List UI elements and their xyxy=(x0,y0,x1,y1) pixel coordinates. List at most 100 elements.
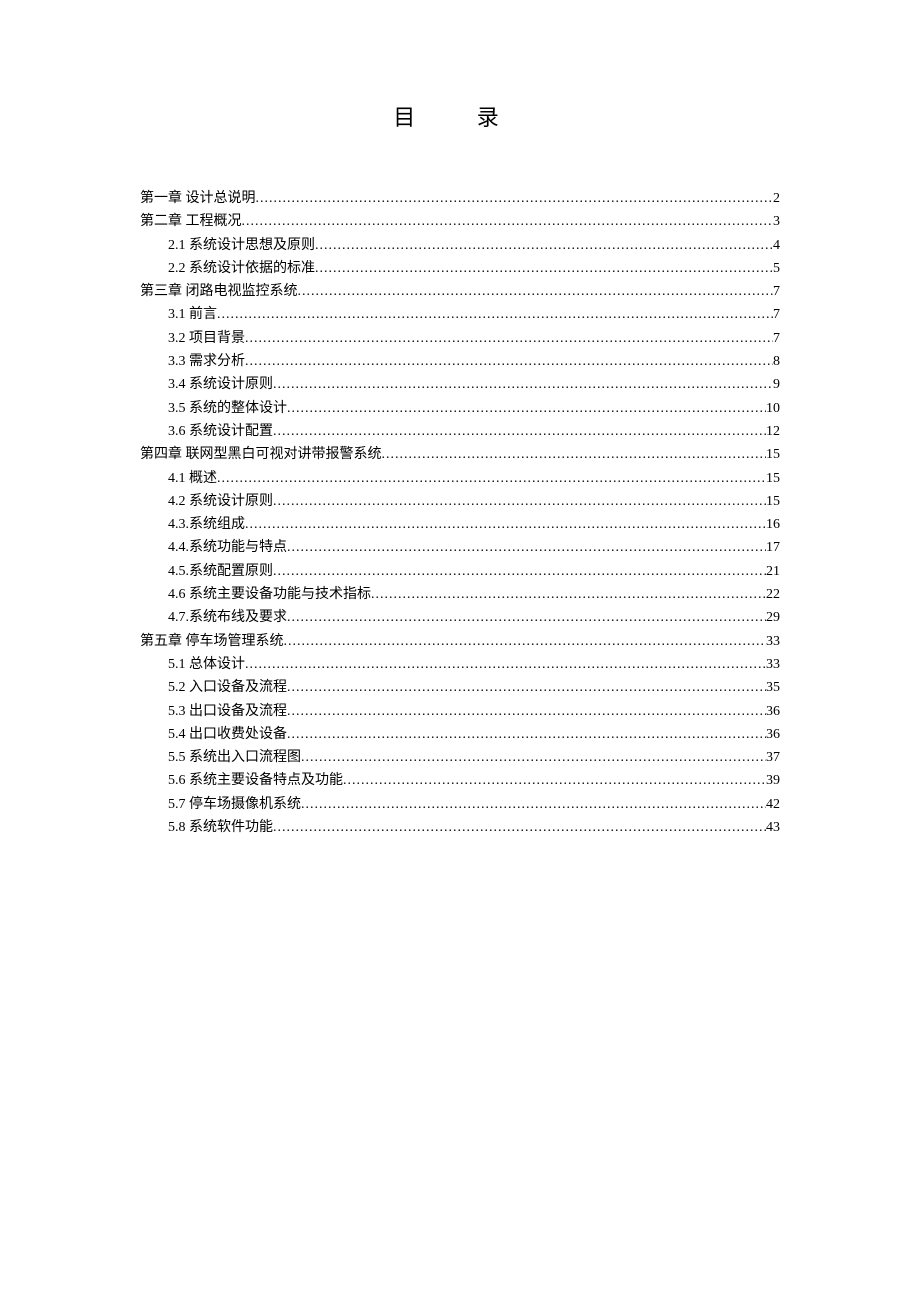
toc-dots xyxy=(273,420,766,443)
toc-entry-page: 7 xyxy=(773,303,780,326)
toc-entry-label: 5.2 入口设备及流程 xyxy=(168,676,287,699)
toc-entry-label: 3.1 前言 xyxy=(168,303,217,326)
toc-entry-label: 5.4 出口收费处设备 xyxy=(168,723,287,746)
toc-entry-label: 3.2 项目背景 xyxy=(168,327,245,350)
toc-entry: 第三章 闭路电视监控系统 7 xyxy=(140,280,780,303)
toc-entry: 第四章 联网型黑白可视对讲带报警系统 15 xyxy=(140,443,780,466)
toc-entry-page: 2 xyxy=(773,187,780,210)
toc-entry-page: 33 xyxy=(766,630,780,653)
toc-entry: 5.3 出口设备及流程 36 xyxy=(140,700,780,723)
toc-entry-page: 33 xyxy=(766,653,780,676)
toc-entry: 2.1 系统设计思想及原则4 xyxy=(140,234,780,257)
toc-dots xyxy=(315,234,773,257)
toc-entry: 第一章 设计总说明 2 xyxy=(140,187,780,210)
toc-dots xyxy=(245,350,773,373)
toc-entry-page: 22 xyxy=(766,583,780,606)
toc-entry: 3.5 系统的整体设计10 xyxy=(140,397,780,420)
toc-dots xyxy=(287,700,766,723)
toc-entry-page: 7 xyxy=(773,327,780,350)
toc-entry-page: 36 xyxy=(766,700,780,723)
toc-dots xyxy=(287,606,766,629)
toc-entry-label: 5.5 系统出入口流程图 xyxy=(168,746,301,769)
toc-entry-label: 4.5.系统配置原则 xyxy=(168,560,273,583)
toc-entry: 5.4 出口收费处设备 36 xyxy=(140,723,780,746)
toc-entry-page: 43 xyxy=(766,816,780,839)
toc-entry: 3.2 项目背景 7 xyxy=(140,327,780,350)
toc-dots xyxy=(217,467,766,490)
toc-dots xyxy=(245,327,773,350)
toc-dots xyxy=(287,676,766,699)
toc-entry-label: 第一章 设计总说明 xyxy=(140,187,256,210)
toc-dots xyxy=(371,583,766,606)
toc-entry: 5.7 停车场摄像机系统 42 xyxy=(140,793,780,816)
toc-entry-page: 36 xyxy=(766,723,780,746)
toc-entry: 3.1 前言 7 xyxy=(140,303,780,326)
toc-dots xyxy=(273,560,766,583)
toc-entry-label: 2.2 系统设计依据的标准 xyxy=(168,257,315,280)
toc-entry-label: 4.4.系统功能与特点 xyxy=(168,536,287,559)
toc-dots xyxy=(273,490,766,513)
toc-entry: 4.3.系统组成 16 xyxy=(140,513,780,536)
toc-dots xyxy=(315,257,773,280)
toc-entry: 4.5.系统配置原则 21 xyxy=(140,560,780,583)
toc-entry-label: 第二章 工程概况 xyxy=(140,210,242,233)
toc-entry-page: 15 xyxy=(766,490,780,513)
toc-entry-page: 35 xyxy=(766,676,780,699)
toc-entry-label: 4.2 系统设计原则 xyxy=(168,490,273,513)
toc-dots xyxy=(273,373,773,396)
toc-entry: 第二章 工程概况3 xyxy=(140,210,780,233)
toc-entry: 5.2 入口设备及流程 35 xyxy=(140,676,780,699)
toc-entry-label: 第四章 联网型黑白可视对讲带报警系统 xyxy=(140,443,382,466)
toc-entry-label: 4.3.系统组成 xyxy=(168,513,245,536)
toc-entry: 4.1 概述 15 xyxy=(140,467,780,490)
toc-entry: 4.7.系统布线及要求29 xyxy=(140,606,780,629)
toc-entry: 2.2 系统设计依据的标准 5 xyxy=(140,257,780,280)
toc-entry-page: 16 xyxy=(766,513,780,536)
toc-dots xyxy=(256,187,774,210)
toc-entry-page: 12 xyxy=(766,420,780,443)
toc-entry-page: 39 xyxy=(766,769,780,792)
toc-entry-page: 17 xyxy=(766,536,780,559)
toc-dots xyxy=(298,280,774,303)
toc-entry-page: 7 xyxy=(773,280,780,303)
toc-dots xyxy=(382,443,767,466)
toc-entry: 第五章 停车场管理系统33 xyxy=(140,630,780,653)
toc-dots xyxy=(242,210,774,233)
toc-dots xyxy=(301,793,766,816)
toc-entry-label: 5.6 系统主要设备特点及功能 xyxy=(168,769,343,792)
toc-dots xyxy=(217,303,773,326)
toc-entry-page: 21 xyxy=(766,560,780,583)
toc-entry-page: 15 xyxy=(766,443,780,466)
toc-entry-label: 5.1 总体设计 xyxy=(168,653,245,676)
toc-dots xyxy=(343,769,766,792)
toc-entry-label: 3.3 需求分析 xyxy=(168,350,245,373)
toc-entry-label: 3.5 系统的整体设计 xyxy=(168,397,287,420)
toc-dots xyxy=(245,513,766,536)
toc-dots xyxy=(284,630,767,653)
toc-entry-page: 5 xyxy=(773,257,780,280)
toc-entry-page: 8 xyxy=(773,350,780,373)
toc-entry-label: 3.6 系统设计配置 xyxy=(168,420,273,443)
toc-entry-page: 37 xyxy=(766,746,780,769)
toc-entry-label: 2.1 系统设计思想及原则 xyxy=(168,234,315,257)
toc-entry: 4.6 系统主要设备功能与技术指标22 xyxy=(140,583,780,606)
toc-entry-label: 5.3 出口设备及流程 xyxy=(168,700,287,723)
toc-entry-page: 15 xyxy=(766,467,780,490)
toc-dots xyxy=(287,536,766,559)
toc-entry: 4.2 系统设计原则 15 xyxy=(140,490,780,513)
toc-entry-label: 5.8 系统软件功能 xyxy=(168,816,273,839)
toc-entry: 5.5 系统出入口流程图 37 xyxy=(140,746,780,769)
toc-entry-label: 第三章 闭路电视监控系统 xyxy=(140,280,298,303)
toc-entry-label: 4.1 概述 xyxy=(168,467,217,490)
toc-dots xyxy=(273,816,766,839)
toc-entry-page: 42 xyxy=(766,793,780,816)
toc-dots xyxy=(301,746,766,769)
toc-entry-label: 3.4 系统设计原则 xyxy=(168,373,273,396)
toc-entry: 5.1 总体设计 33 xyxy=(140,653,780,676)
toc-entry: 3.4 系统设计原则 9 xyxy=(140,373,780,396)
toc-entry: 5.8 系统软件功能 43 xyxy=(140,816,780,839)
toc-title: 目 录 xyxy=(140,100,780,132)
toc-entry: 5.6 系统主要设备特点及功能 39 xyxy=(140,769,780,792)
toc-entry-label: 5.7 停车场摄像机系统 xyxy=(168,793,301,816)
toc-entry-page: 9 xyxy=(773,373,780,396)
